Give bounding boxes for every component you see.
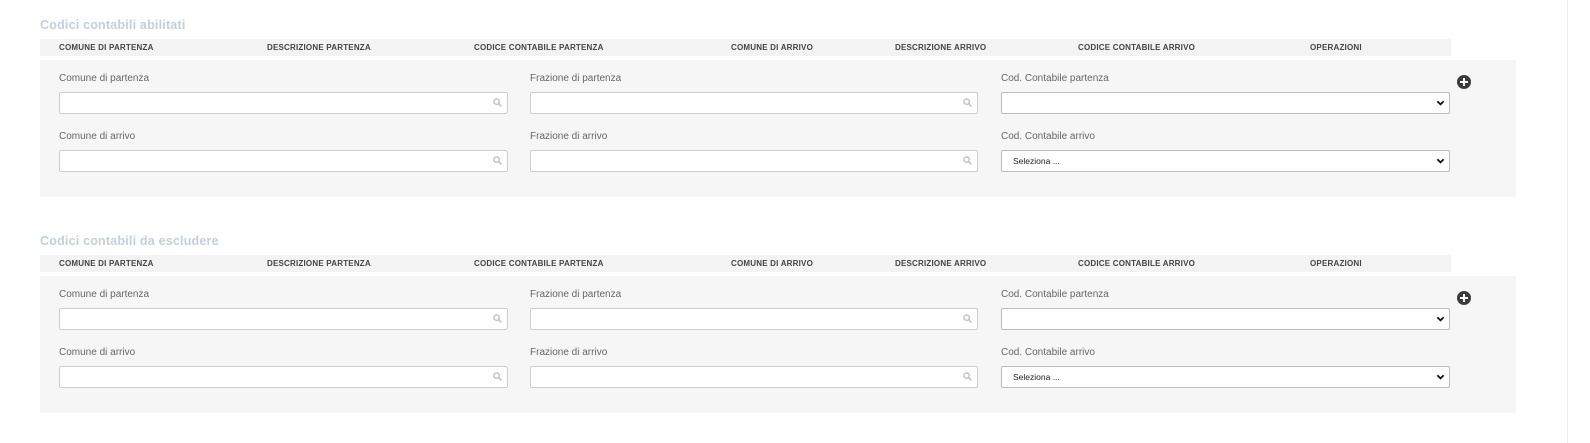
column-header-codice-contabile-arrivo: CODICE CONTABILE ARRIVO bbox=[1078, 43, 1196, 52]
label-comune-arrivo: Comune di arrivo bbox=[59, 347, 136, 358]
label-cod-contabile-partenza: Cod. Contabile partenza bbox=[1001, 289, 1109, 300]
frazione-partenza-field[interactable] bbox=[531, 93, 963, 114]
section-title: Codici contabili abilitati bbox=[40, 18, 186, 32]
cod-contabile-arrivo-select[interactable]: Seleziona ... bbox=[1001, 366, 1450, 388]
filter-form-panel: Comune di partenza Frazione di partenza … bbox=[40, 276, 1516, 413]
cod-contabile-partenza-select[interactable] bbox=[1001, 308, 1450, 330]
column-header-operazioni: OPERAZIONI bbox=[1310, 259, 1362, 268]
label-comune-arrivo: Comune di arrivo bbox=[59, 131, 136, 142]
chevron-down-icon bbox=[1436, 100, 1445, 106]
frazione-partenza-input[interactable] bbox=[530, 92, 978, 114]
filter-form-panel: Comune di partenza Frazione di partenza … bbox=[40, 60, 1516, 197]
search-icon[interactable] bbox=[493, 156, 502, 165]
column-header-descrizione-arrivo: DESCRIZIONE ARRIVO bbox=[895, 43, 987, 52]
cod-contabile-partenza-select[interactable] bbox=[1001, 92, 1450, 114]
column-header-comune-arrivo: COMUNE DI ARRIVO bbox=[731, 43, 814, 52]
comune-arrivo-field[interactable] bbox=[60, 151, 493, 172]
search-icon[interactable] bbox=[493, 372, 502, 381]
column-header-comune-partenza: COMUNE DI PARTENZA bbox=[59, 259, 154, 268]
comune-arrivo-input[interactable] bbox=[59, 366, 508, 388]
frazione-partenza-input[interactable] bbox=[530, 308, 978, 330]
add-button[interactable] bbox=[1457, 291, 1471, 305]
label-comune-partenza: Comune di partenza bbox=[59, 73, 150, 84]
chevron-down-icon bbox=[1436, 374, 1445, 380]
column-header-operazioni: OPERAZIONI bbox=[1310, 43, 1362, 52]
frazione-partenza-field[interactable] bbox=[531, 309, 963, 330]
table-header: COMUNE DI PARTENZA DESCRIZIONE PARTENZA … bbox=[40, 39, 1451, 56]
label-frazione-partenza: Frazione di partenza bbox=[530, 73, 622, 84]
search-icon[interactable] bbox=[963, 314, 972, 323]
comune-arrivo-input[interactable] bbox=[59, 150, 508, 172]
search-icon[interactable] bbox=[493, 314, 502, 323]
plus-circle-icon bbox=[1460, 78, 1468, 86]
frazione-arrivo-field[interactable] bbox=[531, 151, 963, 172]
comune-partenza-field[interactable] bbox=[60, 309, 493, 330]
comune-partenza-input[interactable] bbox=[59, 92, 508, 114]
comune-partenza-field[interactable] bbox=[60, 93, 493, 114]
search-icon[interactable] bbox=[963, 98, 972, 107]
frazione-arrivo-field[interactable] bbox=[531, 367, 963, 388]
vertical-scrollbar[interactable] bbox=[1567, 0, 1590, 443]
label-cod-contabile-arrivo: Cod. Contabile arrivo bbox=[1001, 131, 1095, 142]
table-header: COMUNE DI PARTENZA DESCRIZIONE PARTENZA … bbox=[40, 255, 1451, 272]
chevron-down-icon bbox=[1436, 158, 1445, 164]
label-cod-contabile-arrivo: Cod. Contabile arrivo bbox=[1001, 347, 1095, 358]
select-value: Seleziona ... bbox=[1013, 372, 1060, 382]
section-codici-da-escludere: Codici contabili da escludere COMUNE DI … bbox=[40, 231, 1516, 413]
column-header-descrizione-partenza: DESCRIZIONE PARTENZA bbox=[267, 43, 371, 52]
comune-partenza-input[interactable] bbox=[59, 308, 508, 330]
label-frazione-arrivo: Frazione di arrivo bbox=[530, 131, 608, 142]
search-icon[interactable] bbox=[963, 372, 972, 381]
column-header-descrizione-arrivo: DESCRIZIONE ARRIVO bbox=[895, 259, 987, 268]
column-header-codice-contabile-partenza: CODICE CONTABILE PARTENZA bbox=[474, 43, 604, 52]
plus-circle-icon bbox=[1460, 294, 1468, 302]
section-codici-abilitati: Codici contabili abilitati COMUNE DI PAR… bbox=[40, 15, 1516, 197]
label-comune-partenza: Comune di partenza bbox=[59, 289, 150, 300]
column-header-descrizione-partenza: DESCRIZIONE PARTENZA bbox=[267, 259, 371, 268]
label-frazione-arrivo: Frazione di arrivo bbox=[530, 347, 608, 358]
search-icon[interactable] bbox=[493, 98, 502, 107]
frazione-arrivo-input[interactable] bbox=[530, 366, 978, 388]
column-header-codice-contabile-partenza: CODICE CONTABILE PARTENZA bbox=[474, 259, 604, 268]
comune-arrivo-field[interactable] bbox=[60, 367, 493, 388]
cod-contabile-arrivo-select[interactable]: Seleziona ... bbox=[1001, 150, 1450, 172]
column-header-codice-contabile-arrivo: CODICE CONTABILE ARRIVO bbox=[1078, 259, 1196, 268]
label-frazione-partenza: Frazione di partenza bbox=[530, 289, 622, 300]
add-button[interactable] bbox=[1457, 75, 1471, 89]
search-icon[interactable] bbox=[963, 156, 972, 165]
label-cod-contabile-partenza: Cod. Contabile partenza bbox=[1001, 73, 1109, 84]
column-header-comune-arrivo: COMUNE DI ARRIVO bbox=[731, 259, 814, 268]
frazione-arrivo-input[interactable] bbox=[530, 150, 978, 172]
select-value: Seleziona ... bbox=[1013, 156, 1060, 166]
chevron-down-icon bbox=[1436, 316, 1445, 322]
column-header-comune-partenza: COMUNE DI PARTENZA bbox=[59, 43, 154, 52]
section-title: Codici contabili da escludere bbox=[40, 234, 219, 248]
